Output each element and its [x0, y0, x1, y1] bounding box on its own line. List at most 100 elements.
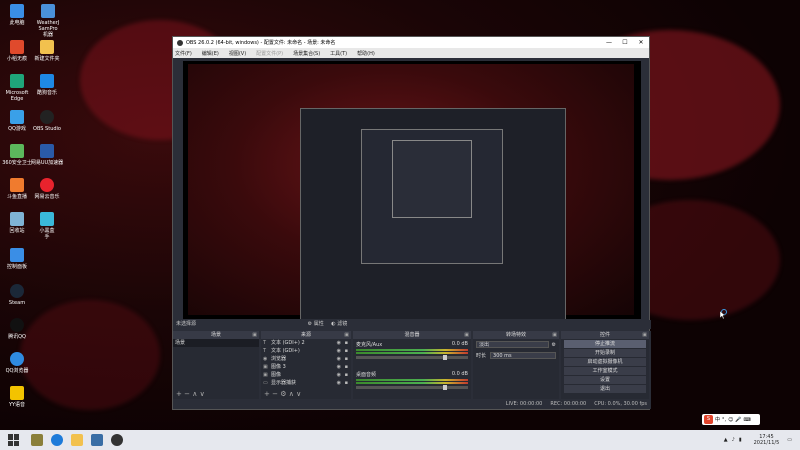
dock-controls-icon[interactable]: ▣ [552, 331, 557, 339]
eye-icon[interactable]: ◉ [337, 355, 341, 363]
add-icon[interactable]: + [176, 390, 182, 398]
ime-punct[interactable]: °, [722, 417, 726, 423]
slider-knob[interactable] [443, 355, 448, 360]
up-icon[interactable]: ∧ [192, 390, 197, 398]
lock-icon[interactable]: ▪ [345, 339, 348, 347]
desktop-icon[interactable]: Steam [0, 284, 34, 306]
desktop-icon[interactable]: 控制面板 [0, 248, 34, 270]
remove-icon[interactable]: − [184, 390, 190, 398]
windows-start-icon[interactable] [8, 434, 19, 446]
desktop-icon[interactable]: 腾讯QQ [0, 318, 34, 340]
desktop-icon[interactable]: QQ游戏 [0, 110, 34, 132]
slider-knob[interactable] [443, 385, 448, 390]
source-item[interactable]: ◉ 浏览器 ◉ ▪ [261, 355, 351, 363]
eye-icon[interactable]: ◉ [337, 339, 341, 347]
up-icon[interactable]: ∧ [289, 390, 294, 398]
ime-toolbar[interactable]: S 中 °, ☺ 🎤 ⌨ [702, 414, 760, 425]
edge-taskbar-icon[interactable] [51, 434, 63, 446]
sogou-icon[interactable]: S [704, 415, 713, 424]
desktop-icon[interactable]: 此电脑 [0, 4, 34, 26]
desktop-icon[interactable]: 网易云音乐 [30, 178, 64, 200]
dock-controls-icon[interactable]: ▣ [344, 331, 349, 339]
menu-file[interactable]: 文件(F) [175, 50, 192, 57]
volume-slider[interactable] [356, 355, 468, 360]
scene-item[interactable]: 场景 [173, 339, 259, 347]
filters-button[interactable]: 滤镜 [337, 321, 347, 327]
exit-button[interactable]: 退出 [564, 385, 646, 393]
gear-icon[interactable]: ⚙ [280, 390, 286, 398]
menu-profile[interactable]: 配置文件(P) [256, 50, 283, 57]
lock-icon[interactable]: ▪ [345, 371, 348, 379]
maximize-button[interactable]: ☐ [617, 39, 633, 46]
filter-icon[interactable]: ◐ [331, 321, 335, 327]
eye-icon[interactable]: ◉ [337, 379, 341, 387]
source-item[interactable]: T 文本 (GDI+) ◉ ▪ [261, 347, 351, 355]
desktop-icon[interactable]: 小稻无痕 [0, 40, 34, 62]
desktop-icon[interactable]: YY语音 [0, 386, 34, 408]
transitions-dock: 淡出 ⚙ 时长 300 ms [473, 339, 561, 399]
eye-icon[interactable]: ◉ [337, 363, 341, 371]
ime-voice[interactable]: 🎤 [735, 417, 741, 423]
dock-controls-icon[interactable]: ▣ [252, 331, 257, 339]
desktop-icon[interactable]: 回收站 [0, 212, 34, 234]
battery-icon[interactable]: ▮ [739, 437, 742, 443]
ime-keyboard[interactable]: ⌨ [744, 417, 751, 423]
desktop-icon[interactable]: 小黑盒 手 [30, 212, 64, 240]
menu-help[interactable]: 帮助(H) [357, 50, 375, 57]
menu-tools[interactable]: 工具(T) [330, 50, 347, 57]
settings-button[interactable]: 设置 [564, 376, 646, 384]
lock-icon[interactable]: ▪ [345, 355, 348, 363]
virtual-camera-button[interactable]: 启动虚拟摄像机 [564, 358, 646, 366]
source-item[interactable]: ▣ 图像 3 ◉ ▪ [261, 363, 351, 371]
studio-mode-button[interactable]: 工作室模式 [564, 367, 646, 375]
eye-icon[interactable]: ◉ [337, 347, 341, 355]
network-icon[interactable]: ▲ [724, 437, 728, 443]
lock-icon[interactable]: ▪ [345, 347, 348, 355]
app-taskbar-icon[interactable] [31, 434, 43, 446]
lock-icon[interactable]: ▪ [345, 379, 348, 387]
desktop-icon[interactable]: 网易UU加速器 [30, 144, 64, 166]
source-item[interactable]: ▭ 显示器捕获 ◉ ▪ [261, 379, 351, 387]
ime-mode[interactable]: 中 [715, 416, 720, 423]
lock-icon[interactable]: ▪ [345, 363, 348, 371]
stop-streaming-button[interactable]: 停止推流 [564, 340, 646, 348]
preview-canvas[interactable] [183, 61, 641, 319]
gear-icon[interactable]: ⚙ [552, 342, 556, 348]
desktop-icon[interactable]: 360安全卫士 [0, 144, 34, 166]
desktop-icon[interactable]: WeatherJ SamPro 机器 [30, 4, 66, 38]
eye-icon[interactable]: ◉ [337, 371, 341, 379]
remove-icon[interactable]: − [272, 390, 278, 398]
duration-input[interactable]: 300 ms [490, 352, 556, 359]
add-icon[interactable]: + [264, 390, 270, 398]
notification-icon[interactable]: ▭ [787, 437, 792, 443]
down-icon[interactable]: ∨ [200, 390, 205, 398]
app-taskbar-icon[interactable] [91, 434, 103, 446]
menu-scene-collection[interactable]: 场景集合(S) [293, 50, 320, 57]
close-button[interactable]: ✕ [633, 39, 649, 46]
source-item[interactable]: T 文本 (GDI+) 2 ◉ ▪ [261, 339, 351, 347]
source-item[interactable]: ▣ 图像 ◉ ▪ [261, 371, 351, 379]
properties-button[interactable]: 属性 [314, 321, 324, 327]
folder-taskbar-icon[interactable] [71, 434, 83, 446]
desktop-icon[interactable]: 斗鱼直播 [0, 178, 34, 200]
minimize-button[interactable]: — [601, 39, 617, 46]
volume-icon[interactable]: ♪ [732, 437, 735, 443]
menu-view[interactable]: 视图(V) [229, 50, 246, 57]
desktop-icon[interactable]: 新建文件夹 [30, 40, 64, 62]
dock-controls-icon[interactable]: ▣ [642, 331, 647, 339]
volume-slider[interactable] [356, 385, 468, 390]
desktop-icon[interactable]: 酷狗音乐 [30, 74, 64, 96]
desktop-icon[interactable]: Microsoft Edge [0, 74, 34, 102]
desktop-icon[interactable]: OBS Studio [30, 110, 64, 132]
menu-edit[interactable]: 编辑(E) [202, 50, 219, 57]
gear-icon[interactable]: ⚙ [308, 321, 312, 327]
obs-taskbar-icon[interactable] [111, 434, 123, 446]
mixer-channel: 麦克风/Aux 0.0 dB [353, 339, 471, 361]
ime-emoji[interactable]: ☺ [728, 417, 733, 423]
clock[interactable]: 17:45 2021/11/5 [754, 434, 780, 446]
desktop-icon[interactable]: QQ浏览器 [0, 352, 34, 374]
down-icon[interactable]: ∨ [296, 390, 301, 398]
transition-select[interactable]: 淡出 [476, 341, 549, 348]
dock-controls-icon[interactable]: ▣ [464, 331, 469, 339]
start-recording-button[interactable]: 开始录制 [564, 349, 646, 357]
